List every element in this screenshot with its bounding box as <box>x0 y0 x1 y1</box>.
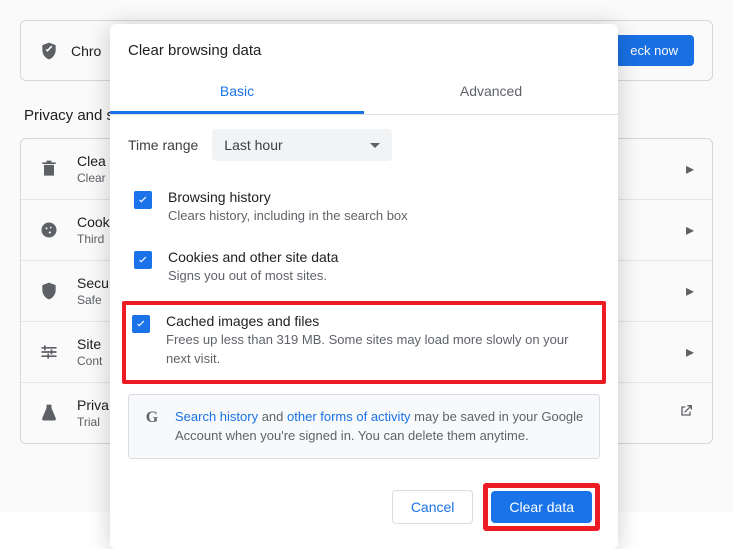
search-history-link[interactable]: Search history <box>175 409 258 424</box>
info-text: Search history and other forms of activi… <box>175 407 585 446</box>
item-title: Browsing history <box>168 189 600 205</box>
tab-advanced[interactable]: Advanced <box>364 73 618 114</box>
time-range-select[interactable]: Last hour <box>212 129 392 161</box>
clear-data-button[interactable]: Clear data <box>491 491 592 523</box>
dialog-tabs: Basic Advanced <box>110 73 618 115</box>
other-activity-link[interactable]: other forms of activity <box>287 409 411 424</box>
clear-data-item: Cookies and other site data Signs you out… <box>128 241 600 301</box>
item-desc: Clears history, including in the search … <box>168 207 600 225</box>
checkbox[interactable] <box>132 315 150 333</box>
item-desc: Signs you out of most sites. <box>168 267 600 285</box>
item-desc: Frees up less than 319 MB. Some sites ma… <box>166 331 596 367</box>
tab-basic[interactable]: Basic <box>110 73 364 114</box>
google-account-info: G Search history and other forms of acti… <box>128 394 600 459</box>
clear-browsing-data-dialog: Clear browsing data Basic Advanced Time … <box>110 24 618 549</box>
time-range-label: Time range <box>128 137 198 153</box>
checkbox[interactable] <box>134 251 152 269</box>
item-title: Cached images and files <box>166 313 596 329</box>
google-icon: G <box>143 409 161 427</box>
clear-data-item: Browsing history Clears history, includin… <box>128 181 600 241</box>
confirm-highlight: Clear data <box>483 483 600 531</box>
item-title: Cookies and other site data <box>168 249 600 265</box>
checkbox[interactable] <box>134 191 152 209</box>
clear-data-item: Cached images and files Frees up less tha… <box>122 301 606 383</box>
dialog-title: Clear browsing data <box>110 24 618 73</box>
cancel-button[interactable]: Cancel <box>392 490 474 524</box>
